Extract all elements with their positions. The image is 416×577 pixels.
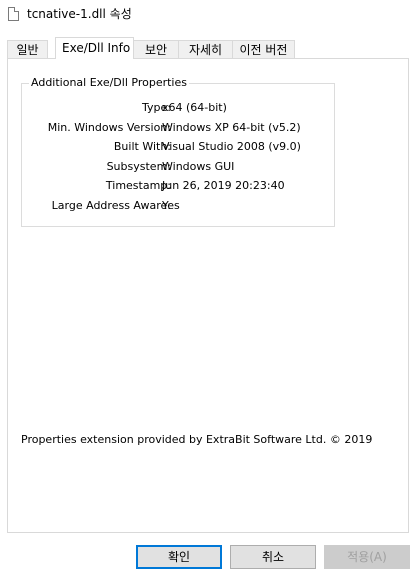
property-row-large-address-aware: Large Address Aware: Yes bbox=[21, 197, 335, 215]
property-value: Windows XP 64-bit (v5.2) bbox=[162, 121, 301, 134]
property-row-built-with: Built With: Visual Studio 2008 (v9.0) bbox=[21, 138, 335, 156]
ok-button[interactable]: 확인 bbox=[136, 545, 222, 569]
property-value: x64 (64-bit) bbox=[162, 101, 227, 114]
property-label: Large Address Aware: bbox=[51, 199, 171, 212]
property-row-subsystem: Subsystem: Windows GUI bbox=[21, 158, 335, 176]
file-icon bbox=[8, 7, 19, 21]
cancel-button[interactable]: 취소 bbox=[230, 545, 316, 569]
property-value: Jun 26, 2019 20:23:40 bbox=[162, 179, 285, 192]
tab-security[interactable]: 보안 bbox=[133, 40, 179, 58]
property-row-type: Type: x64 (64-bit) bbox=[21, 99, 335, 117]
window-title: tcnative-1.dll 속성 bbox=[27, 7, 132, 21]
groupbox-title: Additional Exe/Dll Properties bbox=[29, 76, 189, 90]
apply-button[interactable]: 적용(A) bbox=[324, 545, 410, 569]
tab-previous-versions[interactable]: 이전 버전 bbox=[232, 40, 295, 58]
property-row-min-windows-version: Min. Windows Version: Windows XP 64-bit … bbox=[21, 119, 335, 137]
property-value: Visual Studio 2008 (v9.0) bbox=[162, 140, 301, 153]
property-label: Min. Windows Version: bbox=[47, 121, 171, 134]
tab-details[interactable]: 자세히 bbox=[178, 40, 233, 58]
property-value: Yes bbox=[162, 199, 180, 212]
property-row-timestamp: Timestamp: Jun 26, 2019 20:23:40 bbox=[21, 177, 335, 195]
title-bar[interactable]: tcnative-1.dll 속성 bbox=[0, 0, 416, 30]
extension-credit-text: Properties extension provided by ExtraBi… bbox=[21, 433, 373, 446]
tab-general[interactable]: 일반 bbox=[7, 40, 48, 58]
property-value: Windows GUI bbox=[162, 160, 235, 173]
tab-exe-dll-info[interactable]: Exe/Dll Info bbox=[55, 37, 134, 59]
